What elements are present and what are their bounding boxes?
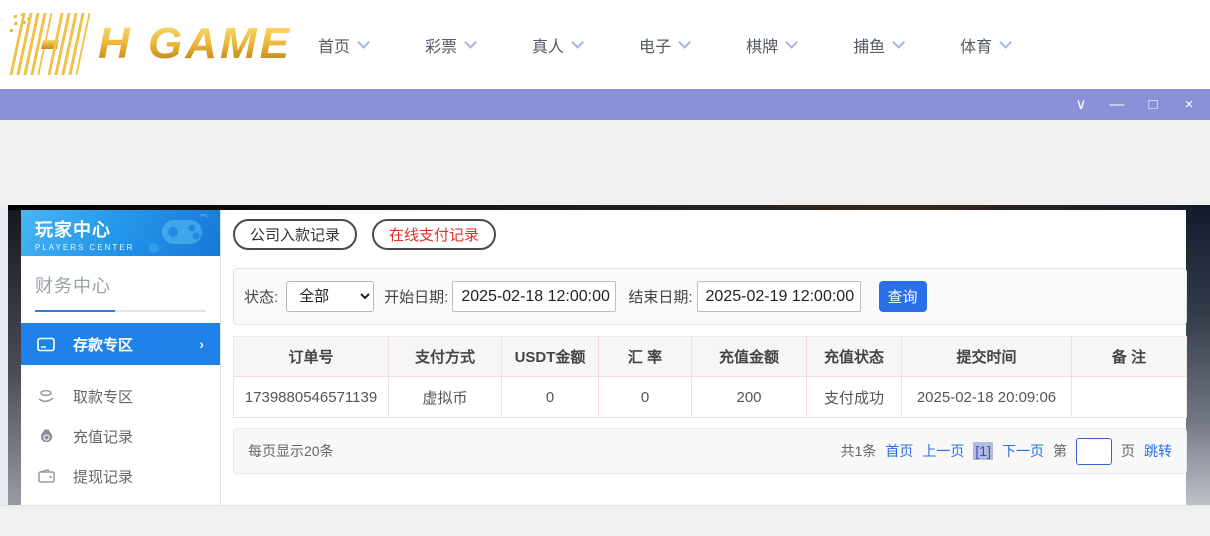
nav-item-label: 电子 [639, 38, 672, 56]
col-remark: 备 注 [1071, 336, 1187, 377]
chevron-down-icon [678, 36, 692, 49]
logo-mark-icon [0, 13, 99, 75]
nav-item-fishing[interactable]: 捕鱼 [853, 33, 906, 57]
nav-item-label: 首页 [318, 38, 351, 56]
sidebar-header: 玩家中心 PLAYERS CENTER [21, 210, 220, 256]
page-jump-input[interactable] [1076, 437, 1112, 465]
sidebar-item-withdraw[interactable]: 取款专区 [21, 376, 220, 416]
jump-label-pre: 第 [1053, 443, 1067, 459]
query-button[interactable]: 查询 [878, 281, 927, 312]
chevron-down-icon [357, 36, 371, 49]
record-tabs: 公司入款记录 在线支付记录 [233, 219, 497, 250]
sidebar-item-label: 取款专区 [73, 388, 134, 406]
sidebar-item-label: 存款专区 [73, 336, 134, 354]
col-exchange-rate: 汇 率 [598, 336, 692, 377]
bottom-strip [0, 505, 1210, 524]
col-recharge-amount: 充值金额 [691, 336, 807, 377]
top-nav: H GAME 首页 彩票 真人 电子 棋牌 捕鱼 体育 [0, 0, 1210, 89]
chevron-down-icon [785, 36, 799, 49]
gamepad-icon [149, 214, 208, 253]
nav-item-chess[interactable]: 棋牌 [746, 33, 799, 57]
table-header-row: 订单号 支付方式 USDT金额 汇 率 充值金额 充值状态 提交时间 备 注 [233, 336, 1187, 377]
window-titlebar: ∨ — □ × [0, 89, 1210, 120]
total-count-text: 共1条 [840, 443, 877, 459]
end-date-label: 结束日期: [628, 289, 693, 306]
nav-item-label: 体育 [960, 38, 993, 56]
workspace-background [0, 120, 1210, 205]
nav-item-label: 棋牌 [746, 38, 779, 56]
sidebar-item-deposit[interactable]: 存款专区 › [21, 323, 220, 365]
cell-recharge-amount: 200 [691, 376, 807, 418]
nav-item-label: 捕鱼 [853, 38, 886, 56]
window-close-icon[interactable]: × [1178, 97, 1200, 112]
nav-item-live[interactable]: 真人 [532, 33, 585, 57]
tab-online-payment-records[interactable]: 在线支付记录 [372, 219, 497, 250]
sidebar-item-label: 充值记录 [73, 428, 134, 446]
tab-company-deposit-records[interactable]: 公司入款记录 [233, 219, 358, 250]
prev-page-link[interactable]: 上一页 [922, 441, 964, 461]
chevron-right-icon: › [199, 336, 204, 352]
panel-right-border [1186, 210, 1210, 505]
deposit-card-icon [37, 337, 55, 352]
table-row: 1739880546571139 虚拟币 0 0 200 支付成功 2025-0… [233, 376, 1187, 418]
jump-button[interactable]: 跳转 [1144, 441, 1172, 461]
money-bag-icon [37, 428, 55, 444]
col-payment-method: 支付方式 [388, 336, 502, 377]
logo-text: H GAME [98, 19, 292, 68]
window-dropdown-icon[interactable]: ∨ [1070, 97, 1092, 112]
start-date-label: 开始日期: [384, 289, 449, 306]
wallet-icon [37, 469, 55, 483]
panel-left-border [8, 210, 21, 505]
end-date-input[interactable] [696, 281, 861, 312]
start-date-input[interactable] [452, 281, 617, 312]
nav-item-label: 真人 [532, 38, 565, 56]
brand-logo[interactable]: H GAME [6, 8, 292, 80]
first-page-link[interactable]: 首页 [885, 441, 913, 461]
page-size-text: 每页显示20条 [248, 443, 334, 459]
withdraw-hand-icon [37, 389, 55, 403]
window-minimize-icon[interactable]: — [1106, 97, 1128, 112]
sidebar-item-withdrawal-records[interactable]: 提现记录 [21, 456, 220, 496]
nav-item-sports[interactable]: 体育 [960, 33, 1013, 57]
nav-item-label: 彩票 [425, 38, 458, 56]
col-usdt-amount: USDT金额 [501, 336, 599, 377]
pagination-bar: 每页显示20条 共1条 首页 上一页 [1] 下一页 第 页 跳转 [233, 428, 1187, 474]
window-maximize-icon[interactable]: □ [1142, 97, 1164, 112]
panel-left-margin [0, 205, 8, 505]
filter-bar: 状态: 全部 开始日期: 结束日期: 查询 [233, 268, 1187, 325]
col-submit-time: 提交时间 [901, 336, 1072, 377]
sidebar-item-recharge-records[interactable]: 充值记录 [21, 416, 220, 456]
status-select[interactable]: 全部 [286, 281, 375, 312]
records-table: 订单号 支付方式 USDT金额 汇 率 充值金额 充值状态 提交时间 备 注 1… [233, 336, 1187, 418]
next-page-link[interactable]: 下一页 [1002, 441, 1044, 461]
cell-recharge-status: 支付成功 [806, 376, 902, 418]
main-content: 公司入款记录 在线支付记录 状态: 全部 开始日期: 结束日期: 查询 订单号 … [220, 210, 1187, 505]
col-recharge-status: 充值状态 [806, 336, 902, 377]
sidebar-item-label: 提现记录 [73, 468, 134, 486]
nav-item-lottery[interactable]: 彩票 [425, 33, 478, 57]
chevron-down-icon [464, 36, 478, 49]
nav-menu: 首页 彩票 真人 电子 棋牌 捕鱼 体育 [318, 0, 1013, 89]
sidebar-section-title: 财务中心 [35, 276, 111, 296]
col-order-number: 订单号 [233, 336, 389, 377]
sidebar: 玩家中心 PLAYERS CENTER 财务中心 存款专区 › 取款专区 充值记… [21, 210, 220, 526]
jump-label-post: 页 [1121, 443, 1135, 459]
current-page-indicator: [1] [973, 442, 993, 460]
status-label: 状态: [244, 289, 279, 306]
cell-submit-time: 2025-02-18 20:09:06 [901, 376, 1072, 418]
section-divider [35, 310, 206, 312]
cell-exchange-rate: 0 [598, 376, 692, 418]
cell-payment-method: 虚拟币 [388, 376, 502, 418]
nav-item-home[interactable]: 首页 [318, 33, 371, 57]
nav-item-slots[interactable]: 电子 [639, 33, 692, 57]
chevron-down-icon [999, 36, 1013, 49]
cell-usdt-amount: 0 [501, 376, 599, 418]
cell-order-number: 1739880546571139 [233, 376, 389, 418]
chevron-down-icon [571, 36, 585, 49]
cell-remark [1071, 376, 1187, 418]
chevron-down-icon [892, 36, 906, 49]
